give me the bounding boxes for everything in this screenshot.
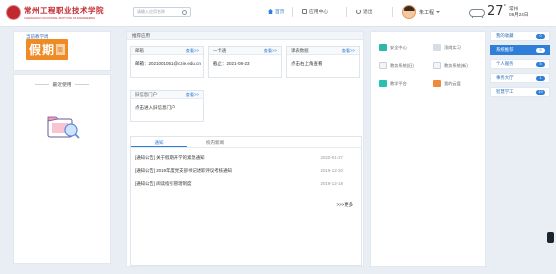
briefcase-icon [433, 44, 441, 51]
temperature: 27° [487, 4, 507, 19]
weather-date: 08月24日 [509, 11, 529, 17]
shield-icon [379, 44, 387, 51]
recent-apps-title: 最近使用 [14, 81, 110, 88]
count-badge: 1 [536, 75, 545, 81]
chevron-down-icon[interactable] [436, 11, 441, 13]
campus-card-deadline: 截止：2021-08-23 [213, 61, 250, 66]
panel-title: 推荐应用 [127, 32, 363, 40]
menu-personal-services[interactable]: 个人服务 5 [490, 59, 550, 69]
search-icon[interactable] [182, 9, 187, 15]
school-name-en: CHANGZHOU VOCATIONAL INSTITUTE OF ENGINE… [24, 17, 96, 20]
user-name: 朱工程 [419, 9, 435, 16]
teaching-week-card: 当前教学周 假期周 [13, 31, 111, 71]
weather-widget: 27° 常州 08月24日 [468, 4, 528, 19]
recent-apps-card: 最近使用 [13, 74, 111, 264]
school-logo[interactable]: 常州工程职业技术学院 CHANGZHOU VOCATIONAL INSTITUT… [6, 5, 104, 20]
more-link[interactable]: >>>更多 [337, 202, 353, 208]
menu-recommended[interactable]: 系统推荐 6 [490, 45, 550, 55]
mail-address: 邮箱：2021001051@czie.edu.cn [135, 61, 201, 66]
app-internship[interactable]: 顶岗实习 [433, 44, 461, 51]
document-icon [433, 62, 441, 69]
news-panel: 通知 校内新闻 [通知公告] 关于假期开学的紧急通知 2020-01-27 [通知… [130, 136, 362, 266]
list-item[interactable]: [通知公告] 关于假期开学的紧急通知 2020-01-27 [135, 155, 361, 168]
scroll-handle[interactable] [547, 232, 554, 243]
nav-app-center-label: 应用中心 [309, 10, 329, 15]
empty-folder-icon [47, 116, 80, 139]
divider [392, 7, 393, 17]
nav-app-center[interactable]: 应用中心 [302, 8, 328, 15]
app-search-input[interactable]: 请输入应用名称 [133, 7, 191, 17]
cloud-icon [433, 80, 441, 87]
view-more-link[interactable]: 查看>> [264, 47, 277, 55]
nav-home-label: 首页 [275, 10, 285, 15]
nav-logout-label: 退出 [363, 10, 373, 15]
document-icon [379, 62, 387, 69]
menu-affairs-hall[interactable]: 事务大厅 1 [490, 73, 550, 83]
list-item[interactable]: [通知公告] 2019年度党支部书记述职评议考核通知 2019-12-20 [135, 168, 361, 181]
home-icon [268, 9, 273, 14]
menu-favorites[interactable]: 我的收藏 0 [490, 31, 550, 41]
avatar[interactable] [402, 5, 416, 19]
tab-notice[interactable]: 通知 [131, 137, 187, 147]
timetable-card[interactable]: 课表数据 查看>> 点击右上角查看 [286, 46, 360, 78]
rain-cloud-icon [468, 6, 485, 18]
count-badge: 6 [536, 47, 545, 53]
timetable-hint: 点击右上角查看 [291, 61, 323, 66]
mail-card[interactable]: 邮箱 查看>> 邮箱：2021001051@czie.edu.cn [130, 46, 204, 78]
old-portal-card[interactable]: 旧信息门户 查看>> 点击进入旧信息门户 [130, 90, 204, 122]
app-academic-new[interactable]: 教务系统(新) [433, 62, 468, 69]
grid-icon [302, 9, 307, 14]
list-item[interactable]: [通知公告] 阅读指引管理制度 2019-12-18 [135, 181, 361, 194]
app-academic-old[interactable]: 教务系统(旧) [379, 62, 414, 69]
nav-logout[interactable]: 退出 [356, 8, 373, 15]
old-portal-hint: 点击进入旧信息门户 [135, 105, 176, 110]
nav-home[interactable]: 首页 [268, 8, 285, 15]
campus-card-card[interactable]: 一卡通 查看>> 截止：2021-08-23 [208, 46, 282, 78]
monitor-icon [379, 80, 387, 87]
menu-smart-student-affairs[interactable]: 智慧学工 19 [490, 87, 550, 97]
divider [346, 7, 347, 17]
count-badge: 19 [536, 89, 545, 95]
school-seal-icon [6, 5, 21, 20]
app-teaching-platform[interactable]: 教学平台 [379, 80, 407, 87]
school-name: 常州工程职业技术学院 [24, 6, 104, 15]
user-menu[interactable]: 朱工程 [402, 5, 441, 19]
power-icon [356, 9, 361, 14]
view-more-link[interactable]: 查看>> [342, 47, 355, 55]
view-more-link[interactable]: 查看>> [186, 91, 199, 99]
divider [292, 7, 293, 17]
count-badge: 5 [536, 61, 545, 67]
app-cloud-drive[interactable]: 我的云盘 [433, 80, 461, 87]
count-badge: 0 [536, 33, 545, 39]
recommended-apps-panel: 推荐应用 邮箱 查看>> 邮箱：2021001051@czie.edu.cn 一卡… [126, 31, 364, 267]
app-grid-panel: 安全中心 顶岗实习 教务系统(旧) 教务系统(新) 教学平台 我的云盘 [370, 31, 486, 267]
view-more-link[interactable]: 查看>> [186, 47, 199, 55]
search-placeholder: 请输入应用名称 [137, 9, 165, 14]
app-security-center[interactable]: 安全中心 [379, 44, 407, 51]
tab-campus-news[interactable]: 校内新闻 [187, 137, 243, 147]
holiday-badge: 假期周 [26, 39, 68, 60]
top-header: 常州工程职业技术学院 CHANGZHOU VOCATIONAL INSTITUT… [0, 0, 556, 27]
category-menu: 我的收藏 0 系统推荐 6 个人服务 5 事务大厅 1 智慧学工 19 [490, 31, 555, 267]
